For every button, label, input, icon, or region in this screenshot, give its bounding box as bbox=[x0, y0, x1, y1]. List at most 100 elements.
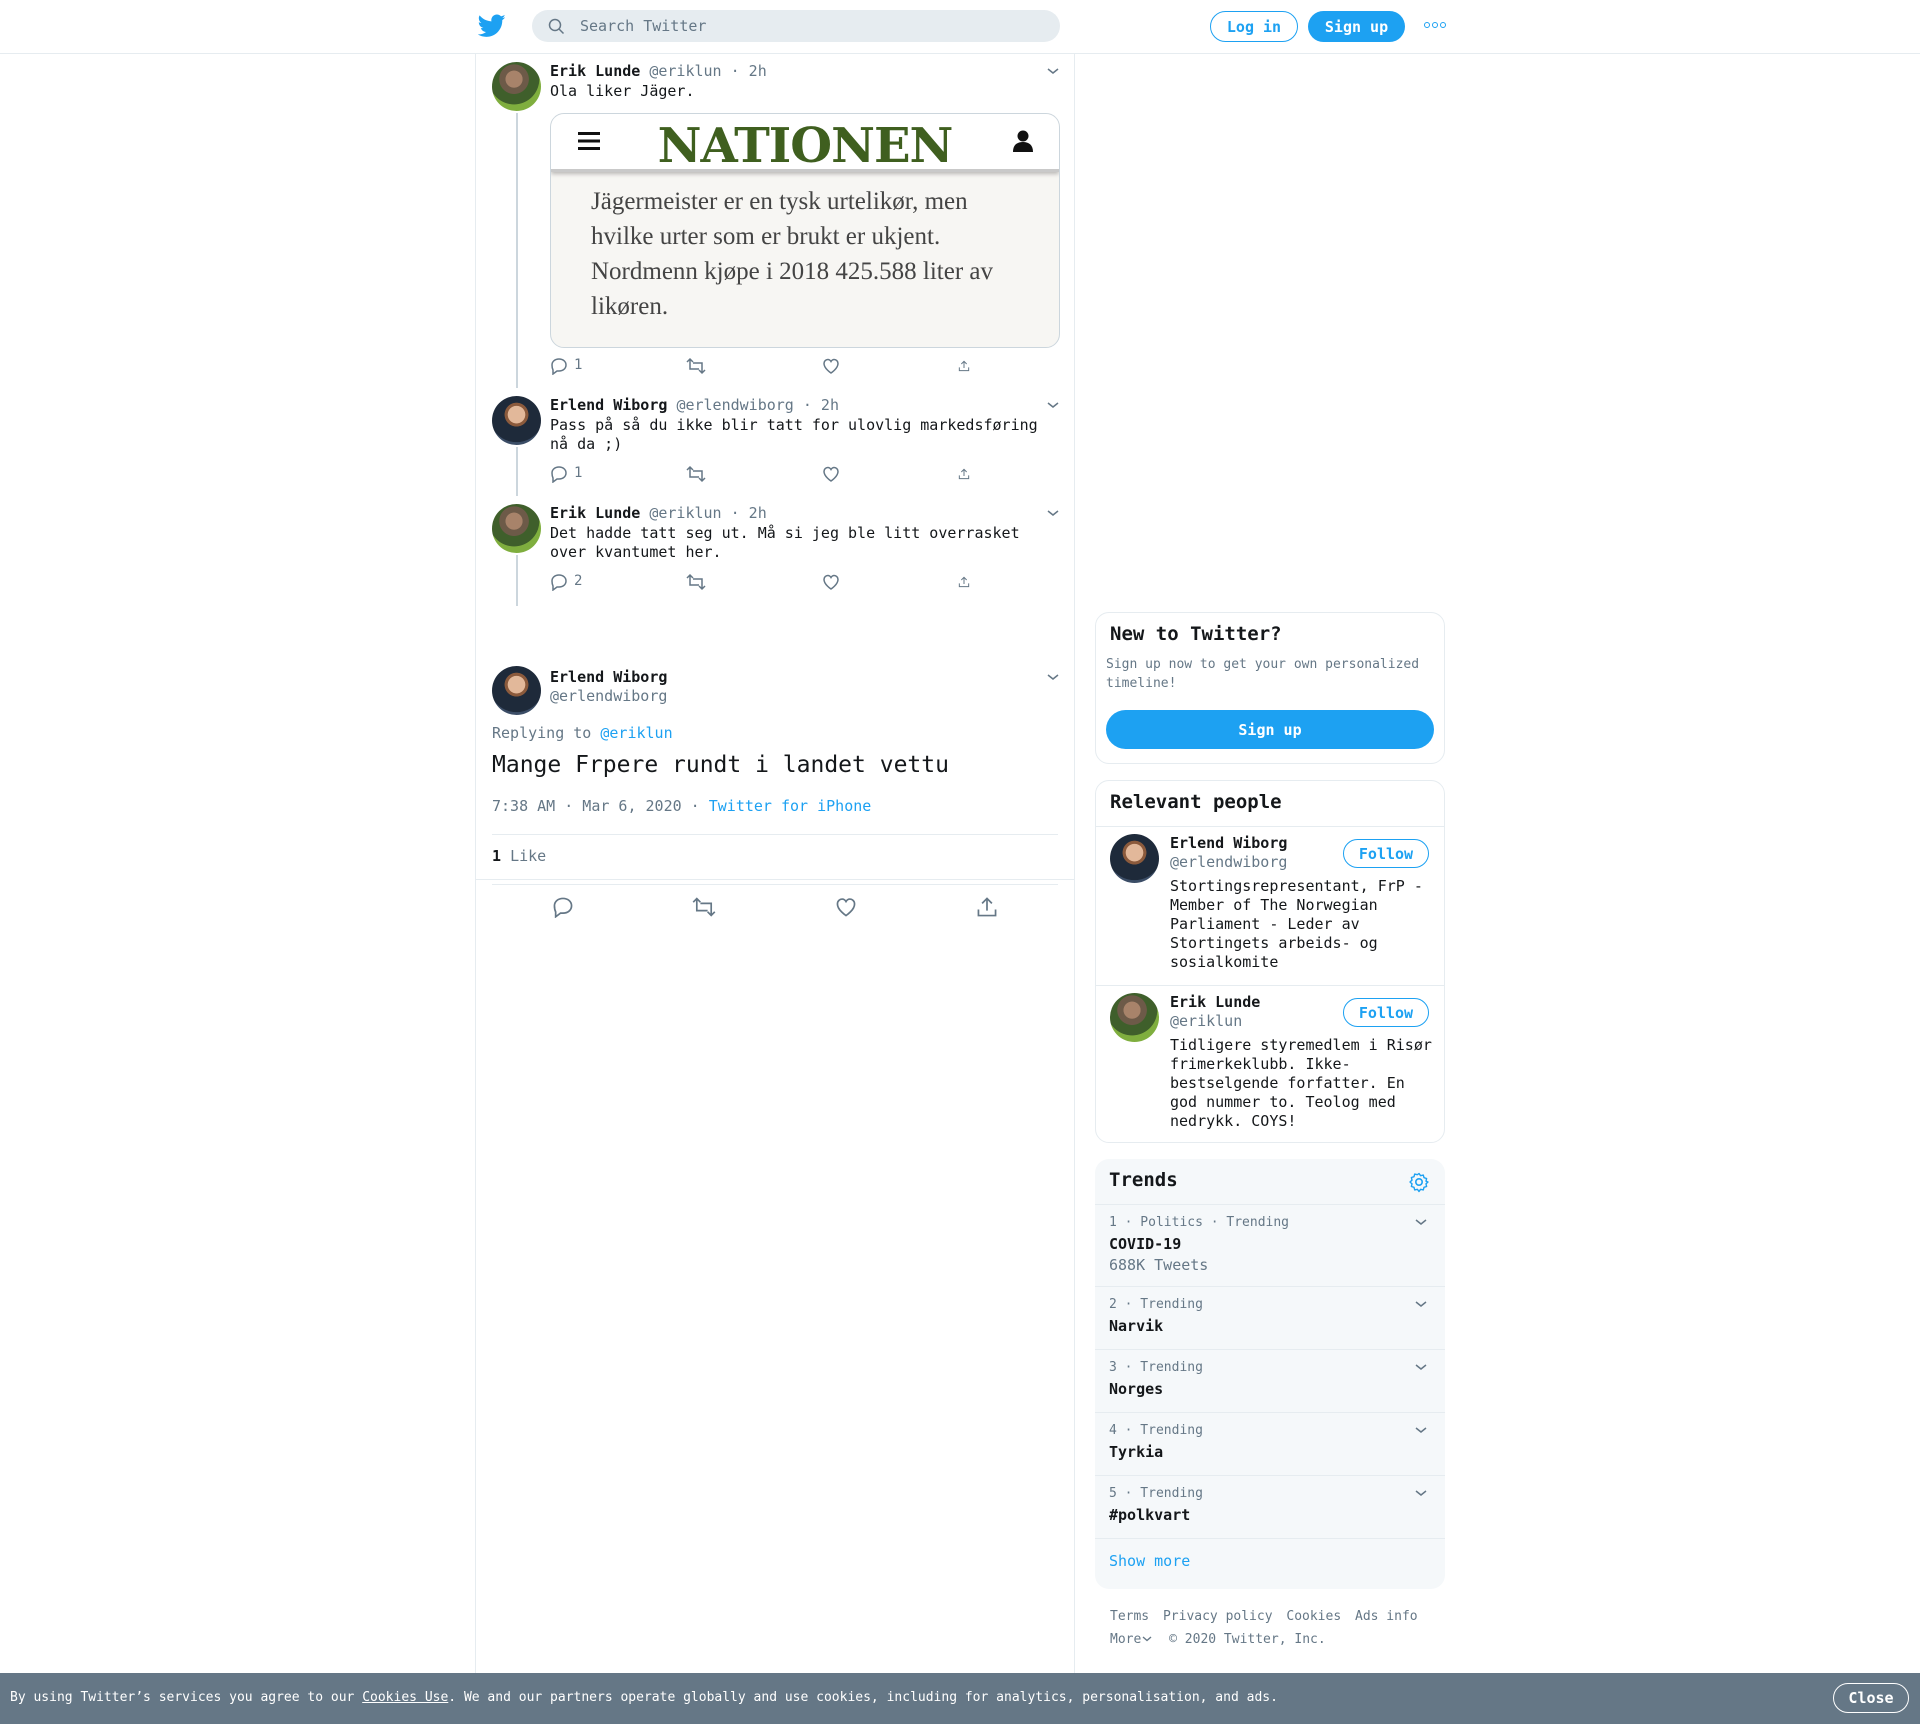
avatar[interactable] bbox=[492, 396, 541, 445]
privacy-link[interactable]: Privacy policy bbox=[1163, 1609, 1273, 1624]
signup-button[interactable]: Sign up bbox=[1308, 11, 1405, 42]
follow-button[interactable]: Follow bbox=[1343, 998, 1429, 1027]
gear-icon[interactable] bbox=[1408, 1171, 1430, 1193]
author-name[interactable]: Erlend Wiborg bbox=[550, 668, 667, 686]
search-input[interactable] bbox=[580, 10, 1040, 42]
cookies-use-link[interactable]: Cookies Use bbox=[362, 1690, 448, 1705]
like-button[interactable] bbox=[822, 573, 958, 591]
tweet-time[interactable]: · 2h bbox=[803, 396, 839, 414]
retweet-icon bbox=[686, 357, 706, 375]
person-name[interactable]: Erlend Wiborg bbox=[1170, 834, 1287, 852]
login-button[interactable]: Log in bbox=[1210, 11, 1298, 42]
chevron-down-icon[interactable] bbox=[1414, 1425, 1428, 1435]
like-button[interactable] bbox=[822, 465, 958, 483]
cookie-close-button[interactable]: Close bbox=[1833, 1683, 1909, 1713]
trend-item[interactable]: 3 · Trending Norges bbox=[1095, 1349, 1445, 1412]
share-icon bbox=[977, 897, 997, 917]
more-dots-icon[interactable] bbox=[1424, 22, 1446, 28]
focused-tweet-actions bbox=[492, 896, 1058, 918]
retweet-button[interactable] bbox=[634, 896, 776, 918]
reply-button[interactable]: 1 bbox=[550, 465, 686, 483]
retweet-button[interactable] bbox=[686, 465, 822, 483]
share-button[interactable] bbox=[958, 573, 970, 591]
likes-stat[interactable]: 1 Like bbox=[492, 847, 546, 865]
reply-icon bbox=[551, 466, 567, 483]
reply-count: 1 bbox=[574, 465, 583, 481]
person-name[interactable]: Erik Lunde bbox=[1170, 993, 1260, 1011]
avatar[interactable] bbox=[1110, 993, 1159, 1042]
cookie-text: By using Twitter’s services you agree to… bbox=[10, 1690, 1278, 1705]
like-button[interactable] bbox=[775, 896, 917, 918]
chevron-down-icon[interactable] bbox=[1046, 508, 1060, 518]
chevron-down-icon[interactable] bbox=[1414, 1488, 1428, 1498]
person-handle[interactable]: @eriklun bbox=[1170, 1012, 1242, 1030]
reply-count: 2 bbox=[574, 573, 583, 589]
focused-tweet-text: Mange Frpere rundt i landet vettu bbox=[492, 752, 949, 778]
signup-box-title: New to Twitter? bbox=[1110, 623, 1282, 645]
author-name[interactable]: Erlend Wiborg bbox=[550, 396, 667, 414]
thread-tweet[interactable]: Erik Lunde @eriklun · 2h Ola liker Jäger… bbox=[476, 54, 1074, 388]
trend-item[interactable]: 2 · Trending Narvik bbox=[1095, 1286, 1445, 1349]
cookie-text-suffix: . We and our partners operate globally a… bbox=[448, 1690, 1278, 1705]
reply-button[interactable]: 1 bbox=[550, 357, 686, 375]
chevron-down-icon[interactable] bbox=[1046, 672, 1060, 682]
tweet-header: Erik Lunde @eriklun · 2h bbox=[550, 62, 767, 80]
tweet-time[interactable]: · 2h bbox=[731, 504, 767, 522]
tweet-timestamp[interactable]: 7:38 AM · Mar 6, 2020 · bbox=[492, 797, 700, 815]
author-name[interactable]: Erik Lunde bbox=[550, 62, 640, 80]
ads-info-link[interactable]: Ads info bbox=[1355, 1609, 1418, 1624]
show-more-link[interactable]: Show more bbox=[1109, 1552, 1190, 1570]
follow-button[interactable]: Follow bbox=[1343, 839, 1429, 868]
retweet-icon bbox=[692, 897, 716, 917]
tweet-time[interactable]: · 2h bbox=[731, 62, 767, 80]
avatar[interactable] bbox=[492, 62, 541, 111]
twitter-bird-icon[interactable] bbox=[478, 14, 506, 38]
chevron-down-icon[interactable] bbox=[1046, 400, 1060, 410]
avatar[interactable] bbox=[1110, 834, 1159, 883]
tweet-header: Erlend Wiborg @erlendwiborg · 2h bbox=[550, 396, 839, 414]
trend-item[interactable]: 5 · Trending #polkvart bbox=[1095, 1475, 1445, 1538]
tweet-text: Pass på så du ikke blir tatt for ulovlig… bbox=[550, 416, 1038, 453]
chevron-down-icon[interactable] bbox=[1414, 1217, 1428, 1227]
chevron-down-icon[interactable] bbox=[1046, 66, 1060, 76]
tweet-source[interactable]: Twitter for iPhone bbox=[709, 797, 872, 815]
tweet-text: Det hadde tatt seg ut. Må si jeg ble lit… bbox=[550, 524, 1020, 561]
share-button[interactable] bbox=[958, 465, 970, 483]
search-bar[interactable] bbox=[532, 10, 1060, 42]
chevron-down-icon[interactable] bbox=[1141, 1635, 1153, 1643]
retweet-button[interactable] bbox=[686, 357, 822, 375]
replying-to-handle[interactable]: @eriklun bbox=[600, 724, 672, 742]
avatar[interactable] bbox=[492, 666, 541, 715]
tweet-header: Erik Lunde @eriklun · 2h bbox=[550, 504, 767, 522]
chevron-down-icon[interactable] bbox=[1414, 1299, 1428, 1309]
signup-box-subtitle: Sign up now to get your own personalized… bbox=[1106, 657, 1420, 691]
signup-box-button[interactable]: Sign up bbox=[1106, 710, 1434, 749]
link-card[interactable]: NATIONEN Jägermeister er en tysk urtelik… bbox=[550, 113, 1060, 348]
reply-button[interactable] bbox=[492, 896, 634, 918]
author-handle[interactable]: @erlendwiborg bbox=[550, 687, 667, 705]
terms-link[interactable]: Terms bbox=[1110, 1609, 1149, 1624]
share-button[interactable] bbox=[958, 357, 970, 375]
trend-meta: 5 · Trending bbox=[1109, 1486, 1203, 1501]
like-button[interactable] bbox=[822, 357, 958, 375]
retweet-button[interactable] bbox=[686, 573, 822, 591]
chevron-down-icon[interactable] bbox=[1414, 1362, 1428, 1372]
trend-meta: 2 · Trending bbox=[1109, 1297, 1203, 1312]
author-handle[interactable]: @eriklun bbox=[649, 504, 721, 522]
author-handle[interactable]: @eriklun bbox=[649, 62, 721, 80]
share-button[interactable] bbox=[917, 896, 1059, 918]
person-card[interactable]: Erlend Wiborg @erlendwiborg Follow Stort… bbox=[1096, 826, 1444, 985]
thread-tweet[interactable]: Erlend Wiborg @erlendwiborg · 2h Pass på… bbox=[476, 388, 1074, 496]
trend-item[interactable]: 4 · Trending Tyrkia bbox=[1095, 1412, 1445, 1475]
reply-button[interactable]: 2 bbox=[550, 573, 686, 591]
person-handle[interactable]: @erlendwiborg bbox=[1170, 853, 1287, 871]
trend-item[interactable]: 1 · Politics · Trending COVID-19 688K Tw… bbox=[1095, 1204, 1445, 1286]
avatar[interactable] bbox=[492, 504, 541, 553]
author-name[interactable]: Erik Lunde bbox=[550, 504, 640, 522]
author-handle[interactable]: @erlendwiborg bbox=[676, 396, 793, 414]
more-link[interactable]: More bbox=[1110, 1632, 1141, 1647]
person-card[interactable]: Erik Lunde @eriklun Follow Tidligere sty… bbox=[1096, 985, 1444, 1144]
thread-tweet[interactable]: Erik Lunde @eriklun · 2h Det hadde tatt … bbox=[476, 496, 1074, 606]
search-icon bbox=[548, 18, 565, 35]
cookies-link[interactable]: Cookies bbox=[1286, 1609, 1341, 1624]
